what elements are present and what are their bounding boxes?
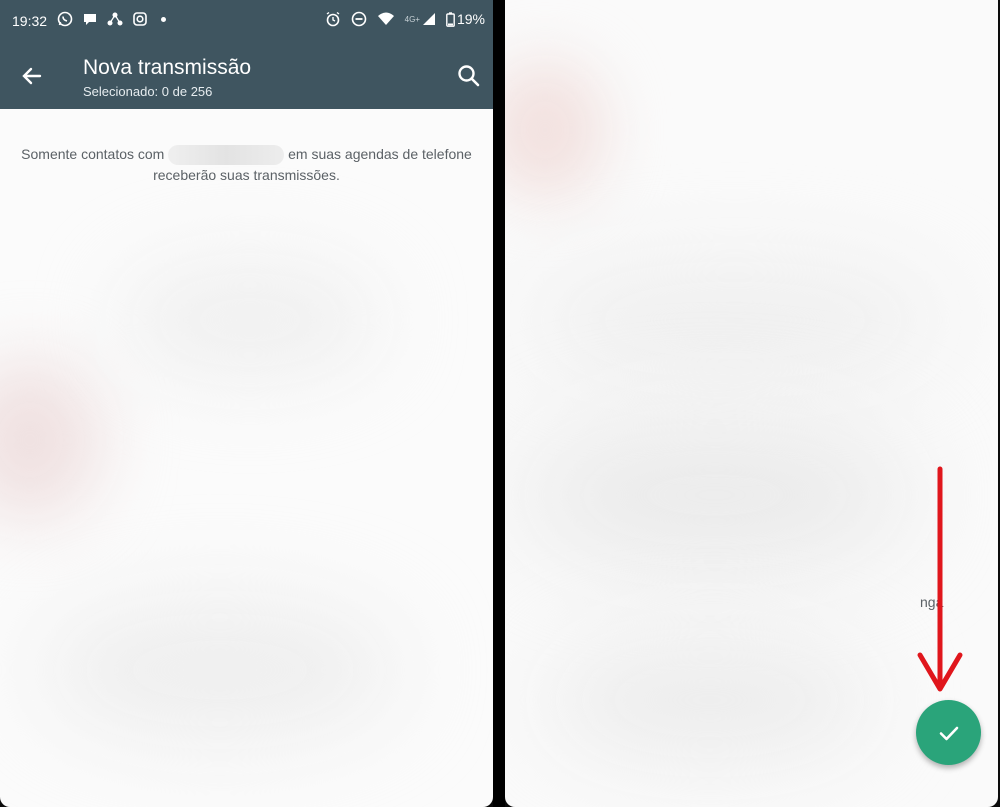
search-icon[interactable]	[455, 62, 483, 90]
status-bar: 19:32 4G+ 19%	[0, 0, 493, 42]
do-not-disturb-icon	[351, 11, 366, 27]
screenshot-divider	[493, 0, 505, 807]
blurred-contact	[525, 260, 945, 380]
system-icons: 4G+ 19%	[325, 11, 485, 27]
chat-bubble-icon	[84, 14, 96, 25]
alarm-icon	[326, 11, 340, 27]
confirm-button[interactable]	[916, 700, 981, 765]
instagram-icon	[133, 12, 147, 26]
left-screen: 19:32 4G+ 19% Nova transmissão Seleciona…	[0, 0, 493, 807]
blurred-number	[168, 145, 285, 166]
blurred-contact	[120, 260, 380, 380]
share-icon	[107, 12, 123, 26]
battery-icon	[446, 11, 455, 27]
notice-text-part1: Somente contatos com	[21, 146, 165, 162]
check-icon	[939, 726, 958, 740]
network-type: 4G+	[404, 14, 420, 24]
blurred-contact	[505, 60, 605, 200]
page-title: Nova transmissão	[83, 56, 252, 79]
selection-count: Selecionado: 0 de 256	[83, 84, 213, 99]
arrow-back-icon[interactable]	[18, 62, 46, 90]
notification-dot	[161, 16, 166, 22]
notice-text-line2: receberão suas transmissões.	[153, 167, 340, 184]
battery-level: 19%	[456, 11, 485, 27]
signal-icon	[422, 13, 435, 25]
blurred-contact	[515, 420, 915, 570]
blurred-contact	[0, 360, 100, 520]
right-screen: nga	[505, 0, 998, 807]
broadcast-notice: Somente contatos com em suas agendas de …	[0, 144, 493, 185]
whatsapp-icon	[57, 11, 73, 27]
wifi-icon	[377, 12, 394, 25]
notice-text-part2: em suas agendas de telefone	[288, 146, 472, 162]
blurred-contact-name: nga	[920, 594, 944, 610]
notification-icons	[57, 11, 166, 27]
blurred-contact	[40, 600, 400, 740]
app-bar: Nova transmissão Selecionado: 0 de 256	[0, 42, 493, 109]
status-time: 19:32	[12, 13, 48, 29]
blurred-contact	[545, 640, 875, 760]
